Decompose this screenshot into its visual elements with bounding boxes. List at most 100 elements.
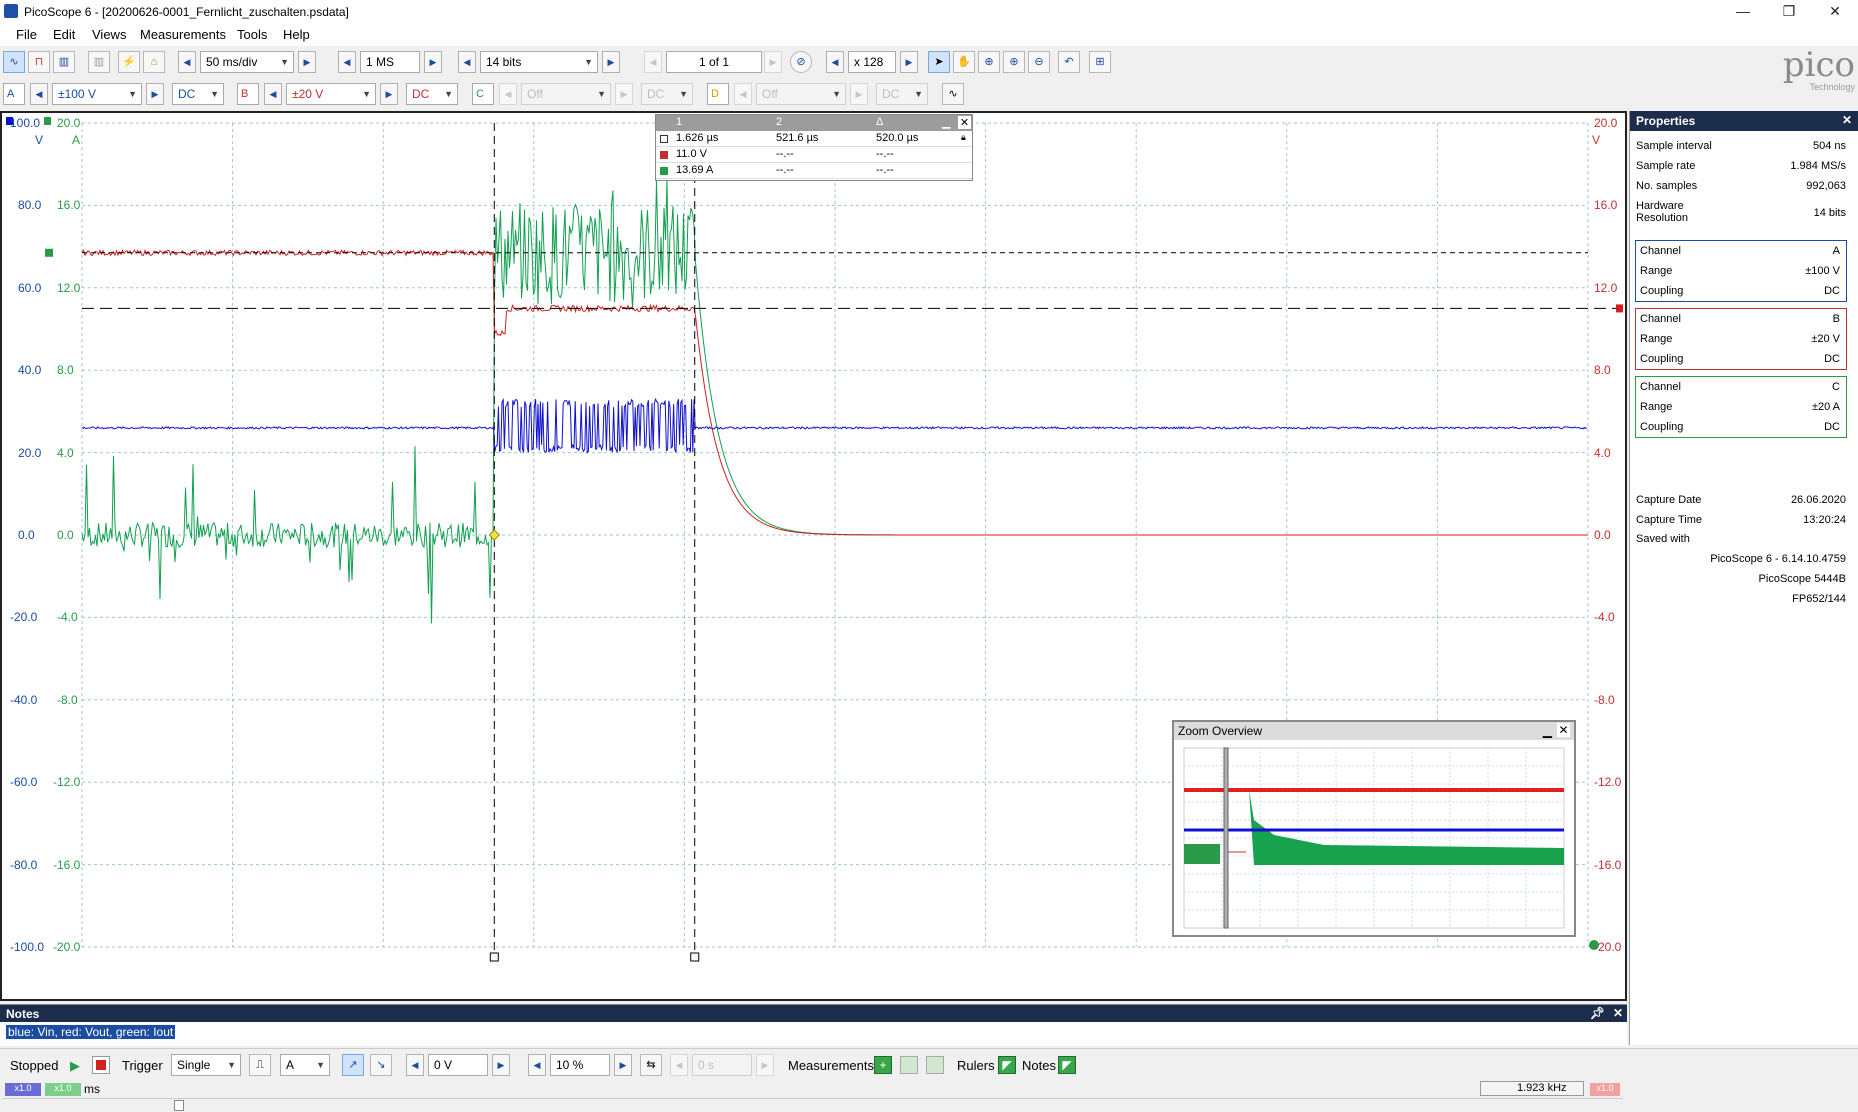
math-channel-icon[interactable]: ∿	[942, 83, 964, 105]
samples-prev-button[interactable]: ◀	[338, 51, 356, 73]
channel-d-coupling[interactable]: DC ▼	[876, 83, 928, 105]
undo-zoom-icon[interactable]: ↶	[1058, 51, 1080, 73]
trigger-delay-icon[interactable]: ⇆	[640, 1054, 662, 1076]
channel-a-range-prev[interactable]: ◀	[30, 83, 48, 105]
menu-views[interactable]: Views	[92, 27, 126, 42]
hand-tool-icon[interactable]: ✋	[953, 51, 975, 73]
channel-c-range-prev[interactable]: ◀	[499, 83, 517, 105]
zoom-minimize-icon[interactable]: ▁	[1543, 724, 1552, 738]
signal-generator-icon[interactable]: ⚡	[118, 51, 140, 73]
channel-b-coupling[interactable]: DC ▼	[406, 83, 458, 105]
resolution-prev-button[interactable]: ◀	[458, 51, 476, 73]
zoom-to-fit-icon[interactable]: ⊞	[1089, 51, 1111, 73]
advanced-trigger-icon[interactable]: ⎍	[249, 1054, 271, 1076]
threshold-next[interactable]: ▶	[492, 1054, 510, 1076]
scrollbar-thumb[interactable]	[174, 1100, 184, 1111]
menu-edit[interactable]: Edit	[53, 27, 75, 42]
channel-d-range-next[interactable]: ▶	[850, 83, 868, 105]
channel-c-label[interactable]: C	[472, 83, 494, 105]
channel-b-label[interactable]: B	[237, 83, 259, 105]
zoom-in-icon[interactable]: ⊕	[1003, 51, 1025, 73]
channel-c-range[interactable]: Off ▼	[521, 83, 611, 105]
delay-next[interactable]: ▶	[756, 1054, 774, 1076]
channel-d-range[interactable]: Off ▼	[756, 83, 846, 105]
spectrum-off-icon[interactable]: ▥	[88, 51, 110, 73]
notes-close-icon[interactable]: ✕	[1613, 1006, 1623, 1020]
edit-measurement-icon[interactable]	[900, 1056, 918, 1074]
zoom-area-icon[interactable]: ⊕	[978, 51, 1000, 73]
delay-input[interactable]: 0 s	[692, 1054, 752, 1076]
samples-next-button[interactable]: ▶	[424, 51, 442, 73]
ruler-minimize-icon[interactable]: ▁	[942, 116, 950, 129]
close-button[interactable]: ✕	[1812, 0, 1858, 24]
menu-tools[interactable]: Tools	[237, 27, 267, 42]
buffer-overview-icon[interactable]: ⊘	[790, 51, 812, 73]
restore-button[interactable]: ❐	[1766, 0, 1812, 24]
buffer-prev-button[interactable]: ◀	[644, 51, 662, 73]
zoom-prev-button[interactable]: ◀	[826, 51, 844, 73]
zoom-select[interactable]: x 128	[848, 51, 896, 73]
scale-b-badge[interactable]: x1.0	[1590, 1083, 1620, 1096]
timebase-prev-button[interactable]: ◀	[178, 51, 196, 73]
start-icon[interactable]: ▶	[70, 1058, 80, 1074]
delete-measurement-icon[interactable]	[926, 1056, 944, 1074]
lock-icon[interactable]: 🔒︎	[961, 132, 966, 143]
notes-pin-icon[interactable]: 📌︎	[1590, 1006, 1605, 1020]
add-measurement-icon[interactable]: +	[874, 1056, 892, 1074]
timebase-next-button[interactable]: ▶	[298, 51, 316, 73]
buffer-navigator[interactable]: 1 of 1	[666, 51, 762, 73]
pointer-tool-icon[interactable]: ➤	[928, 51, 950, 73]
channel-c-coupling[interactable]: DC ▼	[641, 83, 693, 105]
pretrigger-prev[interactable]: ◀	[528, 1054, 546, 1076]
channel-d-range-prev[interactable]: ◀	[734, 83, 752, 105]
zoom-overview[interactable]: Zoom Overview ▁ ✕	[1172, 720, 1576, 937]
rulers-icon[interactable]: ◤	[998, 1056, 1016, 1074]
channel-b-range[interactable]: ±20 V ▼	[286, 83, 376, 105]
horizontal-scrollbar[interactable]	[2, 1098, 1623, 1112]
buffer-next-button[interactable]: ▶	[764, 51, 782, 73]
pretrigger-next[interactable]: ▶	[614, 1054, 632, 1076]
zoom-out-icon[interactable]: ⊖	[1028, 51, 1050, 73]
rising-edge-icon[interactable]: ↗	[342, 1054, 364, 1076]
channel-d-label[interactable]: D	[707, 83, 729, 105]
channel-a-label[interactable]: A	[3, 83, 25, 105]
trigger-mode-select[interactable]: Single ▼	[171, 1054, 241, 1076]
home-icon[interactable]: ⌂	[143, 51, 165, 73]
channel-c-range-next[interactable]: ▶	[615, 83, 633, 105]
pretrigger-input[interactable]: 10 %	[550, 1054, 610, 1076]
samples-select[interactable]: 1 MS	[360, 51, 420, 73]
threshold-input[interactable]: 0 V	[428, 1054, 488, 1076]
measurements-label: Measurements	[788, 1058, 874, 1073]
channel-a-coupling[interactable]: DC ▼	[172, 83, 224, 105]
channel-a-range-next[interactable]: ▶	[146, 83, 164, 105]
scale-c-badge[interactable]: x1.0	[45, 1083, 81, 1096]
channel-b-range-next[interactable]: ▶	[380, 83, 398, 105]
resolution-select[interactable]: 14 bits ▼	[480, 51, 598, 73]
persistence-mode-icon[interactable]: ⊓	[28, 51, 50, 73]
ruler-cell: --.--	[876, 164, 894, 176]
zoom-next-button[interactable]: ▶	[900, 51, 918, 73]
notes-icon[interactable]: ◤	[1058, 1056, 1076, 1074]
ruler-close-icon[interactable]: ✕	[958, 116, 971, 129]
delay-prev[interactable]: ◀	[670, 1054, 688, 1076]
menu-file[interactable]: File	[16, 27, 37, 42]
menu-help[interactable]: Help	[283, 27, 310, 42]
resolution-next-button[interactable]: ▶	[602, 51, 620, 73]
channel-b-range-prev[interactable]: ◀	[264, 83, 282, 105]
menu-measurements[interactable]: Measurements	[140, 27, 226, 42]
properties-close-icon[interactable]: ✕	[1842, 113, 1852, 127]
spectrum-mode-icon[interactable]: ▥	[53, 51, 75, 73]
trigger-channel-select[interactable]: A ▼	[280, 1054, 330, 1076]
zoom-close-icon[interactable]: ✕	[1557, 723, 1570, 737]
ruler-table[interactable]: 1 2 Δ ▁ ✕ 1.626 µs 521.6 µs 520.0 µs 🔒︎ …	[655, 114, 973, 181]
stop-button[interactable]	[92, 1056, 110, 1074]
threshold-prev[interactable]: ◀	[406, 1054, 424, 1076]
timebase-select[interactable]: 50 ms/div ▼	[200, 51, 294, 73]
notes-textarea[interactable]: blue: Vin, red: Vout, green: Iout	[0, 1022, 1627, 1042]
falling-edge-icon[interactable]: ↘	[370, 1054, 392, 1076]
channel-a-range[interactable]: ±100 V ▼	[52, 83, 142, 105]
minimize-button[interactable]: —	[1720, 0, 1766, 24]
zoom-overview-canvas[interactable]	[1174, 740, 1574, 935]
scale-a-badge[interactable]: x1.0	[5, 1083, 41, 1096]
scope-mode-icon[interactable]: ∿	[3, 51, 25, 73]
